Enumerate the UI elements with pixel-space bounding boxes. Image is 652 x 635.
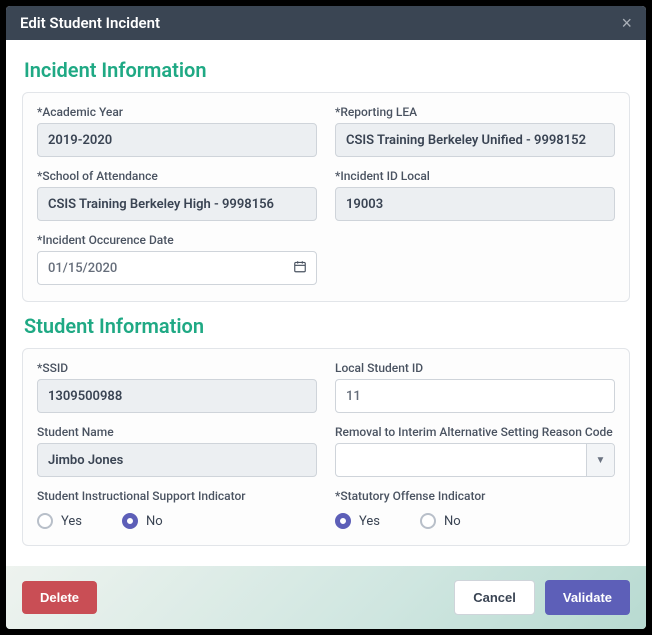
modal-body: Incident Information *Academic Year 2019… [6,40,646,566]
occurrence-date-label: *Incident Occurence Date [37,233,317,247]
incident-id-input[interactable]: 19003 [335,187,615,221]
occurrence-date-input[interactable]: 01/15/2020 [37,251,317,285]
student-card: *SSID 1309500988 Local Student ID 11 Stu… [22,348,630,546]
support-no-radio[interactable]: No [122,513,163,529]
school-input[interactable]: CSIS Training Berkeley High - 9998156 [37,187,317,221]
incident-id-label: *Incident ID Local [335,169,615,183]
ssid-label: *SSID [37,361,317,375]
radio-selected-icon [122,513,138,529]
offense-indicator-label: *Statutory Offense Indicator [335,489,615,503]
academic-year-input[interactable]: 2019-2020 [37,123,317,157]
incident-id-field: *Incident ID Local 19003 [335,169,615,221]
delete-button[interactable]: Delete [22,581,97,614]
close-button[interactable]: × [621,14,632,32]
local-id-field: Local Student ID 11 [335,361,615,413]
modal-footer: Delete Cancel Validate [6,566,646,629]
edit-student-incident-modal: Edit Student Incident × Incident Informa… [6,6,646,629]
student-name-input[interactable]: Jimbo Jones [37,443,317,477]
incident-card: *Academic Year 2019-2020 *Reporting LEA … [22,92,630,302]
academic-year-field: *Academic Year 2019-2020 [37,105,317,157]
footer-right-group: Cancel Validate [454,580,630,615]
support-indicator-field: Student Instructional Support Indicator … [37,489,317,529]
reporting-lea-input[interactable]: CSIS Training Berkeley Unified - 9998152 [335,123,615,157]
chevron-down-icon: ▼ [586,444,614,476]
close-icon: × [621,13,632,33]
local-id-label: Local Student ID [335,361,615,375]
student-name-label: Student Name [37,425,317,439]
cancel-button[interactable]: Cancel [454,580,535,615]
reporting-lea-label: *Reporting LEA [335,105,615,119]
modal-title: Edit Student Incident [20,14,160,32]
support-indicator-label: Student Instructional Support Indicator [37,489,317,503]
radio-icon [420,513,436,529]
school-label: *School of Attendance [37,169,317,183]
reporting-lea-field: *Reporting LEA CSIS Training Berkeley Un… [335,105,615,157]
student-section-title: Student Information [24,314,630,338]
academic-year-label: *Academic Year [37,105,317,119]
removal-code-label: Removal to Interim Alternative Setting R… [335,425,615,439]
incident-section-title: Incident Information [24,58,630,82]
modal-header: Edit Student Incident × [6,6,646,40]
validate-button[interactable]: Validate [545,580,630,615]
removal-code-field: Removal to Interim Alternative Setting R… [335,425,615,477]
offense-yes-radio[interactable]: Yes [335,513,380,529]
local-id-input[interactable]: 11 [335,379,615,413]
occurrence-date-field: *Incident Occurence Date 01/15/2020 [37,233,317,285]
calendar-icon[interactable] [293,259,307,278]
ssid-input[interactable]: 1309500988 [37,379,317,413]
offense-no-radio[interactable]: No [420,513,461,529]
ssid-field: *SSID 1309500988 [37,361,317,413]
removal-code-select[interactable]: ▼ [335,443,615,477]
school-field: *School of Attendance CSIS Training Berk… [37,169,317,221]
offense-indicator-field: *Statutory Offense Indicator Yes No [335,489,615,529]
support-yes-radio[interactable]: Yes [37,513,82,529]
student-name-field: Student Name Jimbo Jones [37,425,317,477]
radio-selected-icon [335,513,351,529]
radio-icon [37,513,53,529]
